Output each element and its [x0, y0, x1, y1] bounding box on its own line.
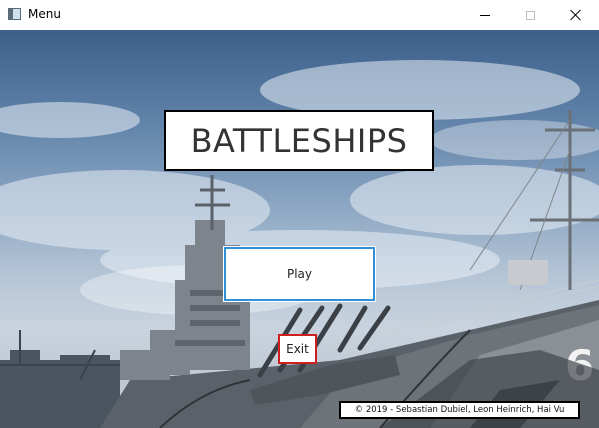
title-bar: Menu — [0, 0, 599, 30]
app-window-icon — [8, 8, 21, 20]
minimize-button[interactable] — [462, 0, 508, 30]
close-button[interactable] — [553, 0, 599, 30]
credits-label: © 2019 - Sebastian Dubiel, Leon Heinrich… — [339, 401, 580, 419]
minimize-icon — [480, 14, 490, 16]
battleship-background-image: 6 — [0, 60, 599, 428]
game-title: BATTLESHIPS — [164, 110, 434, 171]
window-title: Menu — [28, 7, 61, 21]
maximize-icon — [525, 10, 535, 20]
menu-background: 6 — [0, 30, 599, 428]
close-icon — [570, 9, 582, 21]
maximize-button[interactable] — [507, 0, 553, 30]
play-button[interactable]: Play — [223, 246, 376, 302]
exit-button[interactable]: Exit — [278, 334, 317, 364]
